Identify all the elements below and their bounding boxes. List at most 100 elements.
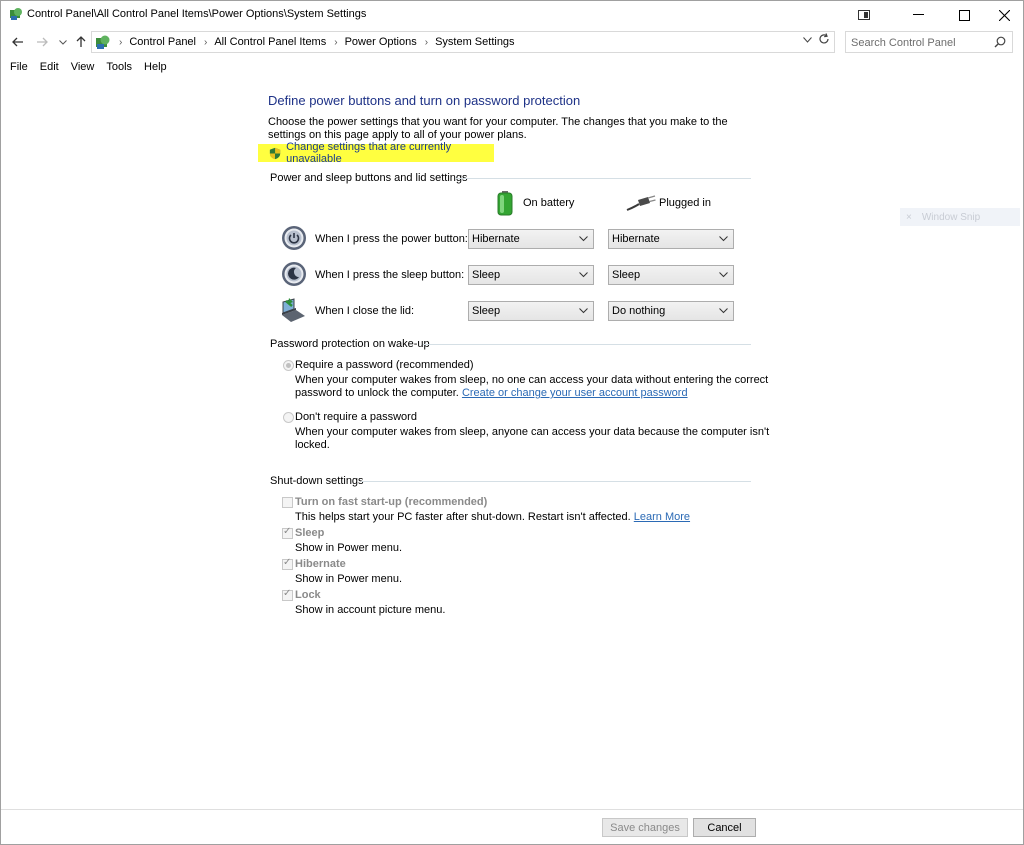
up-arrow-icon: [76, 36, 86, 47]
require-password-description-text: password to unlock the computer.: [295, 387, 459, 399]
page-description: Choose the power settings that you want …: [268, 116, 728, 141]
power-button-label: When I press the power button:: [315, 233, 468, 245]
sleep-button-plugged-select[interactable]: Sleep: [608, 265, 734, 285]
chevron-down-icon: [803, 37, 812, 43]
breadcrumb-all-items[interactable]: All Control Panel Items: [214, 36, 326, 48]
breadcrumb-control-panel[interactable]: Control Panel: [129, 36, 196, 48]
save-changes-button[interactable]: Save changes: [602, 818, 688, 837]
minimize-button[interactable]: [895, 1, 941, 29]
chevron-down-icon: [579, 308, 588, 314]
address-bar[interactable]: › Control Panel › All Control Panel Item…: [91, 31, 835, 53]
chevron-right-icon[interactable]: ›: [334, 37, 337, 48]
on-battery-header: On battery: [496, 190, 574, 216]
menu-help[interactable]: Help: [144, 59, 167, 77]
no-password-description-2: locked.: [295, 439, 330, 451]
plugged-in-label: Plugged in: [659, 197, 711, 209]
chevron-right-icon[interactable]: ›: [204, 37, 207, 48]
footer-divider: [1, 809, 1023, 810]
fast-startup-description-text: This helps start your PC faster after sh…: [295, 511, 631, 523]
menu-tools[interactable]: Tools: [106, 59, 132, 77]
sleep-button-label: When I press the sleep button:: [315, 269, 465, 281]
refresh-icon: [819, 33, 829, 44]
main-content: Define power buttons and turn on passwor…: [258, 93, 769, 616]
close-lid-plugged-select[interactable]: Do nothing: [608, 301, 734, 321]
page-title: Define power buttons and turn on passwor…: [268, 93, 581, 108]
power-button-icon: [282, 226, 306, 250]
section-divider: [423, 344, 751, 345]
lock-checkbox[interactable]: [282, 588, 293, 601]
control-panel-window: Control Panel\All Control Panel Items\Po…: [0, 0, 1024, 845]
power-plug-icon: [626, 195, 656, 211]
search-box[interactable]: [845, 31, 1013, 53]
forward-button[interactable]: [33, 33, 51, 51]
require-password-description: When your computer wakes from sleep, no …: [295, 374, 769, 386]
control-panel-icon: [96, 35, 110, 49]
cancel-button[interactable]: Cancel: [693, 818, 756, 837]
learn-more-link[interactable]: Learn More: [634, 511, 690, 523]
menu-view[interactable]: View: [71, 59, 95, 77]
chevron-down-icon: [59, 39, 67, 45]
sleep-button-battery-select[interactable]: Sleep: [468, 265, 594, 285]
select-value: Sleep: [612, 269, 641, 281]
breadcrumb-power-options[interactable]: Power Options: [345, 36, 417, 48]
close-lid-battery-select[interactable]: Sleep: [468, 301, 594, 321]
battery-icon: [497, 191, 513, 216]
address-dropdown-button[interactable]: [803, 35, 812, 46]
laptop-lid-icon: [282, 298, 305, 322]
password-section-label: Password protection on wake-up: [270, 338, 430, 350]
close-button[interactable]: [981, 1, 1024, 29]
menu-edit[interactable]: Edit: [40, 59, 59, 77]
change-settings-link[interactable]: Change settings that are currently unava…: [258, 141, 494, 165]
require-password-radio[interactable]: [283, 360, 294, 371]
chevron-down-icon: [719, 236, 728, 242]
change-settings-link-text[interactable]: Change settings that are currently unava…: [286, 141, 494, 165]
hibernate-checkbox[interactable]: [282, 557, 293, 570]
select-value: Hibernate: [612, 233, 660, 245]
menu-file[interactable]: File: [10, 59, 28, 77]
power-button-battery-select[interactable]: Hibernate: [468, 229, 594, 249]
back-button[interactable]: [9, 33, 27, 51]
power-section-label: Power and sleep buttons and lid settings: [270, 172, 468, 184]
window-title: Control Panel\All Control Panel Items\Po…: [27, 8, 367, 20]
select-value: Do nothing: [612, 305, 666, 317]
fast-startup-checkbox[interactable]: [282, 497, 293, 508]
chevron-right-icon: ›: [119, 36, 123, 48]
recent-locations-button[interactable]: [54, 33, 72, 51]
search-input[interactable]: [851, 35, 991, 50]
select-value: Hibernate: [472, 233, 520, 245]
snap-icon[interactable]: [841, 1, 887, 29]
refresh-button[interactable]: [818, 33, 830, 48]
fast-startup-description: This helps start your PC faster after sh…: [295, 511, 690, 524]
chevron-right-icon[interactable]: ›: [425, 37, 428, 48]
section-divider: [455, 178, 751, 179]
shutdown-section-label: Shut-down settings: [270, 475, 364, 487]
chevron-down-icon: [579, 236, 588, 242]
lock-option-description: Show in account picture menu.: [295, 604, 446, 616]
no-password-radio[interactable]: [283, 412, 294, 423]
on-battery-label: On battery: [523, 197, 575, 209]
select-value: Sleep: [472, 269, 501, 281]
plugged-in-header: Plugged in: [626, 194, 711, 212]
chevron-down-icon: [579, 272, 588, 278]
navigation-bar: › Control Panel › All Control Panel Item…: [1, 31, 1023, 53]
lock-option-label: Lock: [295, 589, 321, 601]
forward-arrow-icon: [37, 37, 48, 47]
fast-startup-label: Turn on fast start-up (recommended): [295, 496, 488, 508]
uac-shield-icon: [269, 147, 281, 159]
up-button[interactable]: [72, 33, 90, 51]
window-snip-label: Window Snip: [921, 211, 981, 223]
section-divider: [361, 481, 751, 482]
control-panel-icon: [10, 8, 22, 20]
power-button-plugged-select[interactable]: Hibernate: [608, 229, 734, 249]
back-arrow-icon: [12, 37, 23, 47]
chevron-down-icon: [719, 272, 728, 278]
sleep-option-label: Sleep: [295, 527, 325, 539]
hibernate-option-description: Show in Power menu.: [295, 573, 402, 585]
menu-bar: File Edit View Tools Help: [1, 59, 170, 77]
no-password-description: When your computer wakes from sleep, any…: [295, 426, 770, 438]
breadcrumb-system-settings[interactable]: System Settings: [435, 36, 514, 48]
create-password-link[interactable]: Create or change your user account passw…: [462, 387, 688, 399]
sleep-option-description: Show in Power menu.: [295, 542, 402, 554]
sleep-checkbox[interactable]: [282, 526, 293, 539]
search-icon[interactable]: [994, 36, 1006, 48]
